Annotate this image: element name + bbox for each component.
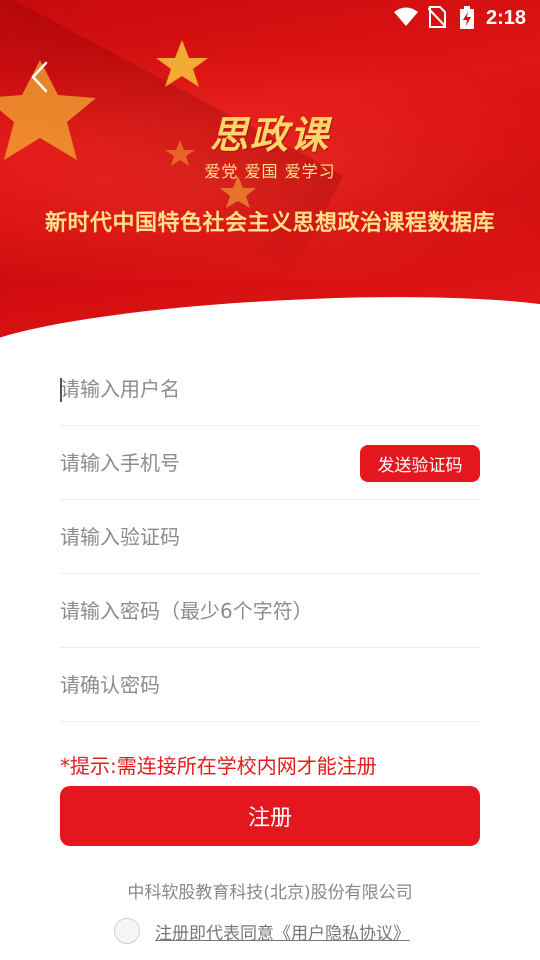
battery-charging-icon: [460, 6, 474, 29]
phone-input[interactable]: [60, 426, 350, 499]
username-field-row: [60, 352, 480, 426]
header-banner: 2:18 思政课 爱党 爱国 爱学习 新时代中国特色社会主义思想政治课程数据库: [0, 0, 540, 345]
network-hint: *提示:需连接所在学校内网才能注册: [60, 754, 377, 778]
confirm-password-input[interactable]: [60, 648, 480, 721]
logo-slogan: 爱党 爱国 爱学习: [204, 162, 336, 181]
status-bar: 2:18: [0, 0, 540, 36]
chevron-left-icon: [31, 61, 48, 93]
back-button[interactable]: [24, 60, 58, 94]
code-field-row: [60, 500, 480, 574]
confirm-password-field-row: [60, 648, 480, 722]
register-form: 发送验证码: [60, 352, 480, 722]
privacy-agreement-link[interactable]: 注册即代表同意《用户隐私协议》: [155, 919, 410, 944]
send-code-button[interactable]: 发送验证码: [360, 445, 480, 482]
password-field-row: [60, 574, 480, 648]
banner-subtitle: 新时代中国特色社会主义思想政治课程数据库: [44, 210, 495, 236]
status-time: 2:18: [485, 7, 526, 29]
no-sim-icon: [428, 6, 446, 28]
text-cursor: [60, 378, 62, 402]
username-input[interactable]: [60, 352, 480, 425]
verification-code-input[interactable]: [60, 500, 480, 573]
agreement-checkbox[interactable]: [114, 918, 140, 944]
phone-field-row: 发送验证码: [60, 426, 480, 500]
password-input[interactable]: [60, 574, 480, 647]
register-button[interactable]: 注册: [60, 786, 480, 846]
wifi-icon: [394, 7, 418, 26]
logo-title: 思政课: [209, 112, 330, 157]
company-name: 中科软股教育科技(北京)股份有限公司: [127, 883, 413, 903]
